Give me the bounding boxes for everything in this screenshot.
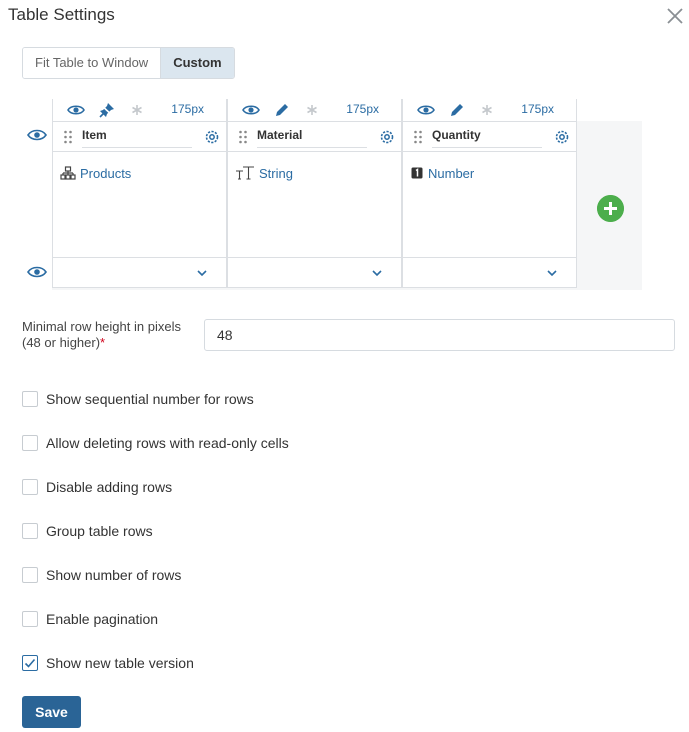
column-body: Material String (227, 121, 402, 288)
column-type-label: Products (80, 165, 132, 181)
column-name-field[interactable]: Item (82, 128, 192, 148)
gear-icon[interactable] (553, 128, 571, 146)
pencil-icon[interactable] (448, 101, 466, 119)
drag-handle-icon[interactable] (63, 130, 73, 144)
column-type-label: Number (428, 165, 475, 181)
checkbox[interactable] (22, 523, 38, 539)
dialog-title: Table Settings (8, 5, 115, 24)
column-type-link[interactable]: String (235, 164, 293, 182)
close-icon[interactable] (665, 6, 685, 26)
column-summary-select[interactable] (53, 257, 226, 287)
add-column-plus-icon[interactable] (597, 195, 624, 222)
table-column-item: 175px Item Products (52, 99, 227, 289)
checkbox-label: Disable adding rows (46, 479, 173, 495)
eye-icon[interactable] (242, 101, 260, 119)
table-column-material: 175px Material String (227, 99, 402, 289)
eye-icon[interactable] (67, 101, 85, 119)
column-summary-select[interactable] (228, 257, 401, 287)
column-type-link[interactable]: Products (60, 164, 131, 182)
chevron-down-icon (547, 270, 557, 277)
column-summary-select[interactable] (403, 257, 576, 287)
gear-icon[interactable] (203, 128, 221, 146)
column-width-label[interactable]: 175px (346, 102, 379, 116)
chevron-down-icon (197, 270, 207, 277)
option-show-new-table-version[interactable]: Show new table version (22, 654, 194, 672)
column-header: Item (53, 122, 226, 152)
column-header: Quantity (403, 122, 576, 152)
gear-icon[interactable] (378, 128, 396, 146)
option-show-sequential-number[interactable]: Show sequential number for rows (22, 390, 254, 408)
row-height-input[interactable] (204, 319, 675, 351)
checkbox[interactable] (22, 567, 38, 583)
column-body: Quantity Number (402, 121, 577, 288)
eye-icon[interactable] (417, 101, 435, 119)
column-width-label[interactable]: 175px (171, 102, 204, 116)
drag-handle-icon[interactable] (413, 130, 423, 144)
asterisk-icon[interactable] (128, 101, 146, 119)
checkmark-icon (24, 658, 36, 668)
text-type-icon (236, 166, 254, 180)
column-name-field[interactable]: Quantity (432, 128, 542, 148)
row-height-label: Minimal row height in pixels (48 or high… (22, 319, 181, 350)
column-type-label: String (259, 165, 293, 181)
asterisk-icon[interactable] (303, 101, 321, 119)
checkbox-checked[interactable] (22, 655, 38, 671)
column-name-field[interactable]: Material (257, 128, 367, 148)
checkbox[interactable] (22, 611, 38, 627)
option-disable-adding-rows[interactable]: Disable adding rows (22, 478, 172, 496)
pin-off-icon[interactable] (98, 101, 116, 119)
column-width-label[interactable]: 175px (521, 102, 554, 116)
chevron-down-icon (372, 270, 382, 277)
save-button[interactable]: Save (22, 696, 81, 728)
option-enable-pagination[interactable]: Enable pagination (22, 610, 158, 628)
option-allow-deleting-rows[interactable]: Allow deleting rows with read-only cells (22, 434, 289, 452)
checkbox-label: Group table rows (46, 523, 153, 539)
header-row-visibility-eye-icon[interactable] (27, 125, 47, 145)
catalog-icon (60, 166, 76, 180)
column-type-link[interactable]: Number (410, 164, 474, 182)
width-mode-toggle: Fit Table to Window Custom (22, 47, 235, 79)
option-group-table-rows[interactable]: Group table rows (22, 522, 153, 540)
checkbox-label: Show new table version (46, 655, 194, 671)
asterisk-icon[interactable] (478, 101, 496, 119)
custom-width-option[interactable]: Custom (161, 48, 234, 78)
column-body: Item Products (52, 121, 227, 288)
checkbox-label: Allow deleting rows with read-only cells (46, 435, 289, 451)
table-column-quantity: 175px Quantity Number (402, 99, 577, 289)
footer-row-visibility-eye-icon[interactable] (27, 262, 47, 282)
column-toolbar: 175px (402, 99, 577, 121)
checkbox[interactable] (22, 391, 38, 407)
pencil-icon[interactable] (273, 101, 291, 119)
checkbox-label: Enable pagination (46, 611, 159, 627)
option-show-number-of-rows[interactable]: Show number of rows (22, 566, 181, 584)
number-type-icon (411, 167, 423, 179)
fit-table-to-window-option[interactable]: Fit Table to Window (23, 48, 162, 78)
checkbox-label: Show sequential number for rows (46, 391, 254, 407)
drag-handle-icon[interactable] (238, 130, 248, 144)
required-marker: * (100, 335, 106, 350)
column-toolbar: 175px (227, 99, 402, 121)
column-header: Material (228, 122, 401, 152)
checkbox-label: Show number of rows (46, 567, 182, 583)
checkbox[interactable] (22, 479, 38, 495)
column-toolbar: 175px (52, 99, 227, 121)
checkbox[interactable] (22, 435, 38, 451)
